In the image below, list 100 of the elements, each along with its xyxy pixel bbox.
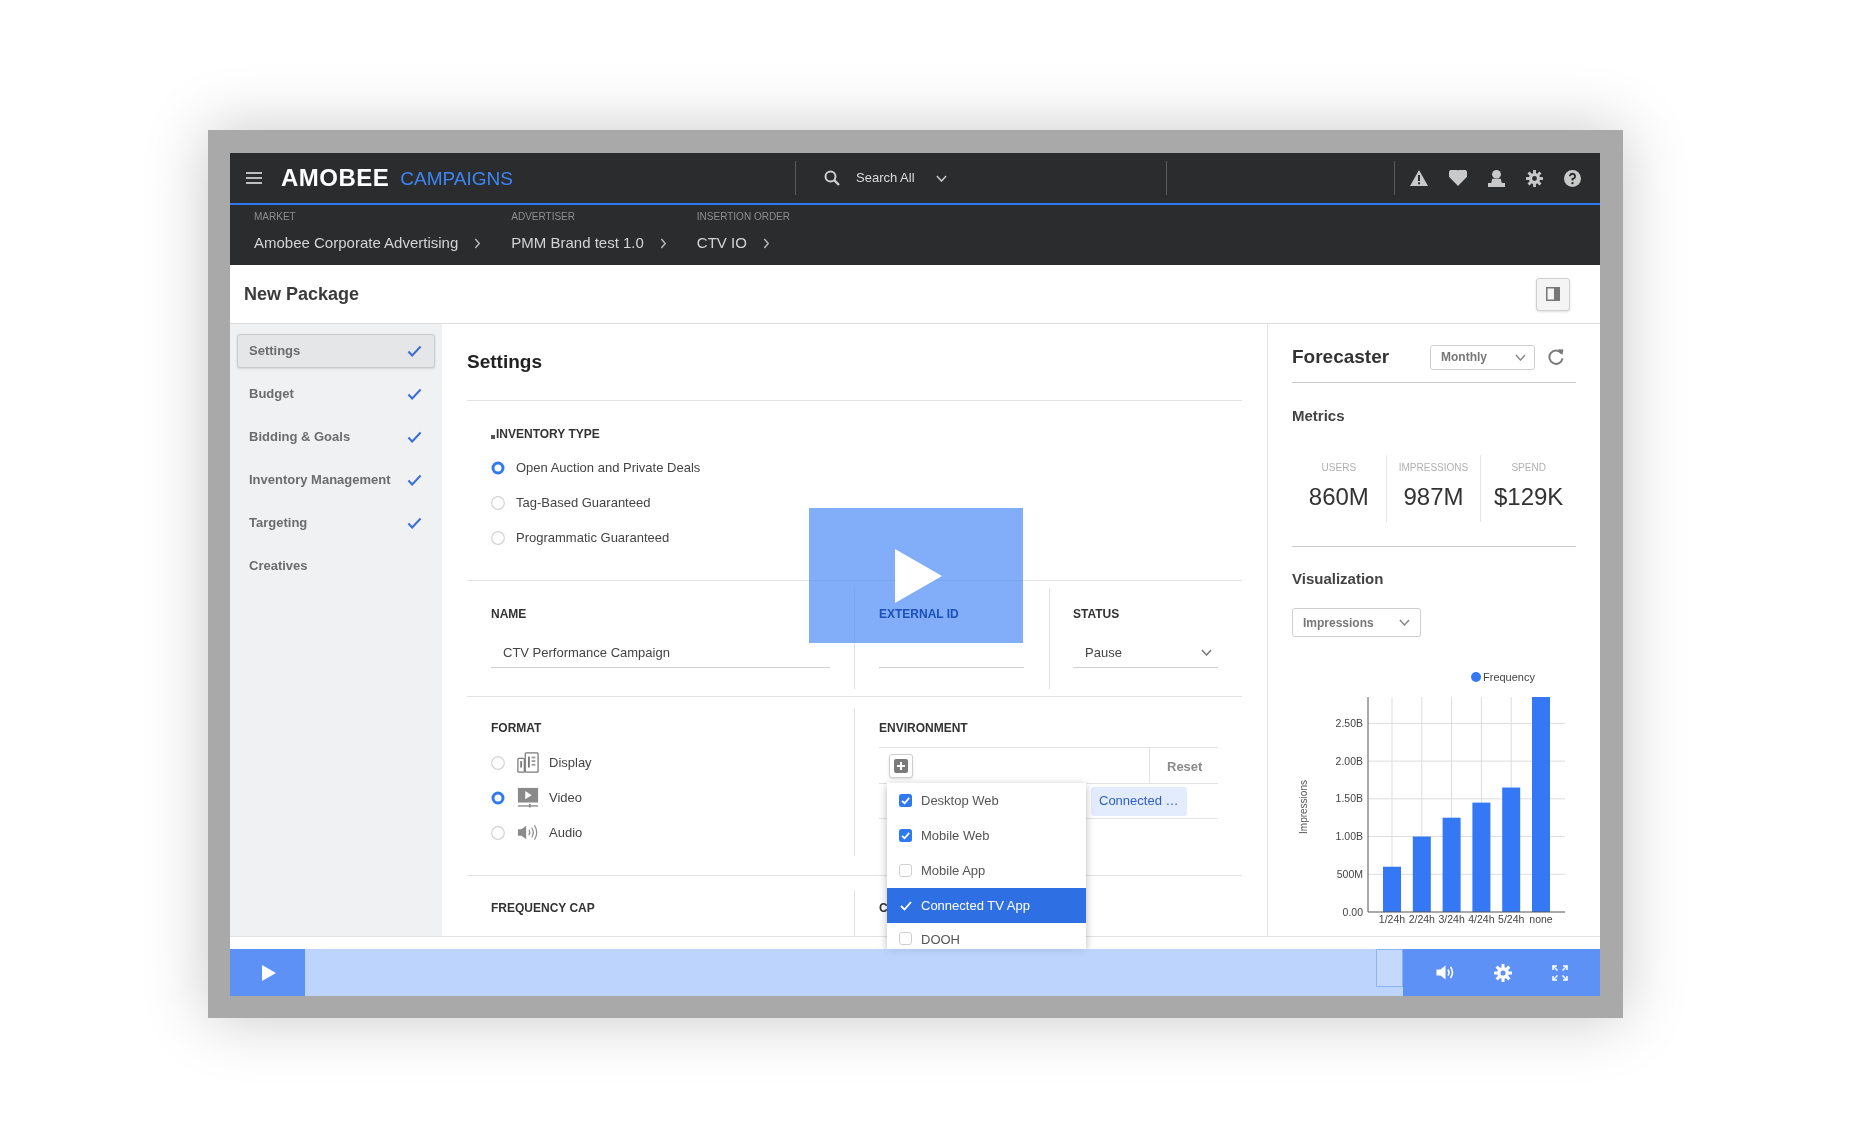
chevron-right-icon	[474, 237, 482, 249]
panel-title: Forecaster	[1292, 344, 1390, 369]
field-label: STATUS	[1073, 607, 1121, 621]
field-label: C	[879, 901, 888, 915]
axis-tick-label: none	[1529, 913, 1553, 925]
breadcrumb-label: ADVERTISER	[511, 211, 576, 223]
nav-step-item[interactable]: Bidding & Goals	[237, 420, 435, 454]
nav-step-item[interactable]: Targeting	[237, 506, 435, 540]
speaker-icon	[517, 822, 539, 843]
play-icon	[894, 548, 942, 603]
fullscreen-icon[interactable]	[1552, 964, 1568, 981]
nav-step-item[interactable]: Budget	[237, 377, 435, 411]
breadcrumb-link[interactable]: Amobee Corporate Advertising	[254, 234, 459, 252]
chart-bar	[1383, 866, 1401, 912]
breadcrumb-link[interactable]: CTV IO	[696, 234, 747, 252]
axis-title: Impressions	[1298, 780, 1309, 834]
metric-value: $129K	[1493, 483, 1564, 511]
chevron-right-icon	[659, 237, 667, 249]
radio-button[interactable]	[491, 460, 505, 475]
blank-control-panel	[1376, 949, 1403, 987]
breadcrumb-label: INSERTION ORDER	[696, 211, 790, 223]
devices-icon	[517, 752, 539, 773]
menu-option[interactable]: Mobile Web	[887, 818, 1086, 853]
axis-tick-label: 2/24h	[1408, 913, 1435, 925]
axis-tick-label: 1.00B	[1335, 830, 1363, 843]
axis-tick-label: 500M	[1336, 867, 1363, 880]
axis-tick-label: 3/24h	[1438, 913, 1465, 925]
field-label: INVENTORY TYPE	[496, 427, 600, 441]
radio-label[interactable]: Video	[549, 787, 582, 808]
menu-icon[interactable]	[246, 172, 262, 184]
field-label: ENVIRONMENT	[879, 721, 969, 735]
axis-tick-label: 0.00	[1342, 905, 1363, 918]
period-dropdown[interactable]: Monthly	[1430, 344, 1535, 370]
page-title: New Package	[244, 282, 360, 306]
metric-value: 987M	[1403, 483, 1464, 511]
metric-label: IMPRESSIONS	[1398, 462, 1469, 474]
checkbox[interactable]	[899, 932, 912, 945]
breadcrumb-link[interactable]: PMM Brand test 1.0	[511, 234, 644, 252]
chevron-down-icon	[935, 174, 947, 182]
radio-label[interactable]: Programmatic Guaranteed	[516, 527, 670, 548]
axis-tick-label: 2.00B	[1335, 754, 1363, 767]
search-icon	[824, 170, 840, 186]
selection-chip[interactable]: Connected …	[1091, 786, 1187, 816]
brand-logo: AMOBEE	[281, 166, 390, 190]
search-dropdown[interactable]: Search All	[824, 168, 947, 188]
menu-option[interactable]: Connected TV App	[887, 888, 1086, 923]
field-label: FORMAT	[491, 721, 543, 735]
play-button[interactable]	[230, 949, 305, 996]
legend-label: Frequency	[1483, 671, 1535, 683]
menu-option[interactable]: Mobile App	[887, 853, 1086, 888]
metric-label: USERS	[1321, 462, 1357, 474]
check-icon[interactable]	[899, 899, 912, 912]
heart-icon[interactable]	[1449, 170, 1467, 186]
nav-step-item[interactable]: Creatives	[237, 549, 435, 583]
play-icon	[261, 964, 276, 981]
axis-tick-label: 4/24h	[1468, 913, 1495, 925]
menu-option[interactable]: Desktop Web	[887, 783, 1086, 818]
axis-tick-label: 2.50B	[1335, 716, 1363, 729]
play-overlay-button[interactable]	[809, 508, 1023, 643]
status-select[interactable]: Pause	[1073, 638, 1218, 668]
measure-dropdown[interactable]: Impressions	[1292, 608, 1421, 637]
radio-label[interactable]: Open Auction and Private Deals	[516, 457, 701, 478]
settings-icon[interactable]	[1526, 169, 1543, 187]
panel-toggle-button[interactable]	[1536, 277, 1570, 311]
chevron-right-icon	[762, 237, 770, 249]
checkbox[interactable]	[899, 794, 912, 807]
radio-label[interactable]: Display	[549, 752, 592, 773]
checkbox[interactable]	[899, 829, 912, 842]
add-button[interactable]	[889, 753, 913, 778]
radio-label[interactable]: Audio	[549, 822, 583, 843]
volume-icon[interactable]	[1436, 965, 1454, 980]
radio-button[interactable]	[491, 790, 505, 805]
help-icon[interactable]	[1564, 169, 1581, 187]
field-label: EXTERNAL ID	[879, 607, 960, 621]
checkbox[interactable]	[899, 864, 912, 877]
chevron-down-icon	[1201, 649, 1212, 656]
breadcrumb-label: MARKET	[254, 211, 297, 223]
chevron-down-icon	[1399, 619, 1410, 626]
section-title: Settings	[467, 349, 542, 374]
field-label: NAME	[491, 607, 528, 621]
nav-step-item[interactable]: Settings	[237, 334, 435, 368]
metric-value: 860M	[1308, 483, 1369, 511]
plus-icon	[894, 758, 908, 773]
nav-step-item[interactable]: Inventory Management	[237, 463, 435, 497]
section-heading: Metrics	[1292, 408, 1346, 424]
chevron-down-icon	[1515, 353, 1526, 361]
axis-tick-label: 5/24h	[1498, 913, 1525, 925]
refresh-icon[interactable]	[1548, 349, 1564, 365]
axis-tick-label: 1/24h	[1378, 913, 1406, 925]
section-heading: Visualization	[1292, 571, 1385, 587]
product-title: CAMPAIGNS	[400, 168, 513, 188]
side-panel-icon	[1546, 287, 1560, 301]
menu-option[interactable]: DOOH	[887, 923, 1086, 949]
warning-icon[interactable]	[1410, 170, 1428, 186]
field-label: FREQUENCY CAP	[491, 901, 596, 915]
video-icon	[517, 787, 539, 808]
axis-tick-label: 1.50B	[1335, 792, 1363, 805]
radio-label[interactable]: Tag-Based Guaranteed	[516, 492, 651, 513]
user-icon[interactable]	[1488, 169, 1505, 187]
metric-label: SPEND	[1511, 462, 1546, 474]
